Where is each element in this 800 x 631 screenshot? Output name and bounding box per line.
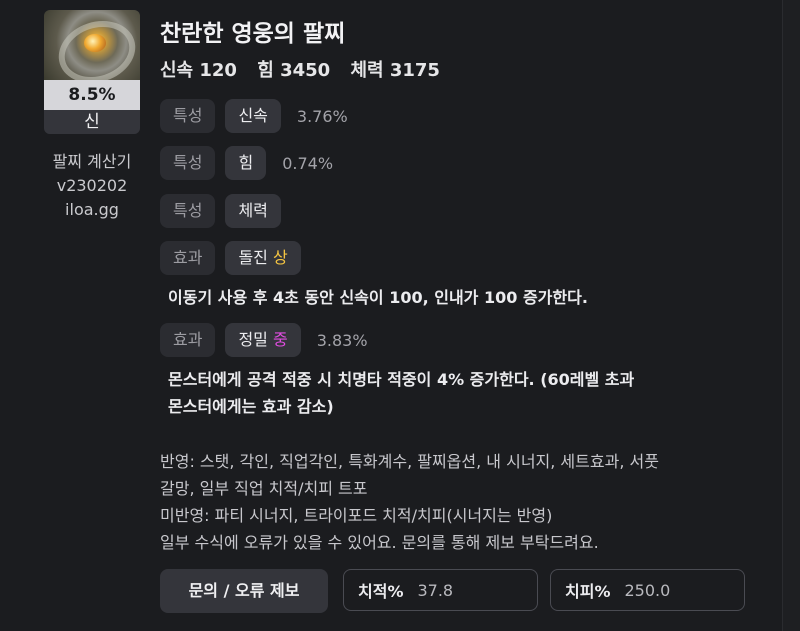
option-level: 중 — [273, 330, 288, 349]
calculation-notes: 반영: 스탯, 각인, 직업각인, 특화계수, 팔찌옵션, 내 시너지, 세트효… — [160, 448, 659, 556]
stat-strength: 힘 3450 — [257, 60, 331, 81]
crit-rate-label: 치적% — [358, 582, 404, 601]
option-category: 효과 — [160, 241, 216, 275]
option-value[interactable]: 정밀 중 — [225, 323, 301, 357]
option-percent: 3.83% — [316, 330, 368, 350]
option-category: 효과 — [160, 323, 216, 357]
item-card: 8.5% 신 — [44, 10, 140, 134]
option-row: 특성 힘 0.74% — [160, 146, 333, 180]
option-level: 상 — [273, 248, 288, 267]
item-percent: 8.5% — [44, 80, 140, 110]
option-category: 특성 — [160, 194, 216, 228]
app-version: v230202 — [56, 176, 128, 195]
option-value-name: 돌진 — [238, 248, 268, 267]
app-name: 팔찌 계산기 — [52, 152, 132, 171]
item-name: 찬란한 영웅의 팔찌 — [160, 21, 346, 47]
crit-damage-field[interactable]: 치피% 250.0 — [550, 569, 745, 611]
item-grade: 신 — [44, 110, 140, 134]
scrollbar-track[interactable] — [782, 0, 800, 631]
note-line: 미반영: 파티 시너지, 트라이포드 치적/치피(시너지는 반영) — [160, 506, 553, 525]
description-line: 몬스터에게는 효과 감소) — [168, 397, 334, 416]
crit-rate-field[interactable]: 치적% 37.8 — [343, 569, 538, 611]
stat-speed: 신속 120 — [160, 60, 237, 81]
option-description: 몬스터에게 공격 적중 시 치명타 적중이 4% 증가한다. (60레벨 초과 … — [168, 366, 634, 420]
option-row: 효과 정밀 중 3.83% — [160, 323, 368, 357]
crit-rate-value[interactable]: 37.8 — [417, 581, 453, 600]
option-category: 특성 — [160, 146, 216, 180]
option-value[interactable]: 신속 — [225, 99, 281, 133]
description-line: 이동기 사용 후 4초 동안 신속이 100, 인내가 100 증가한다. — [168, 288, 588, 307]
option-value[interactable]: 돌진 상 — [225, 241, 301, 275]
item-stats: 신속 120 힘 3450 체력 3175 — [160, 56, 454, 82]
option-value[interactable]: 체력 — [225, 194, 281, 228]
option-row: 특성 신속 3.76% — [160, 99, 348, 133]
option-percent: 3.76% — [296, 106, 348, 126]
option-percent: 0.74% — [282, 153, 334, 173]
option-description: 이동기 사용 후 4초 동안 신속이 100, 인내가 100 증가한다. — [168, 284, 588, 311]
description-line: 몬스터에게 공격 적중 시 치명타 적중이 4% 증가한다. (60레벨 초과 — [168, 370, 635, 389]
option-value[interactable]: 힘 — [225, 146, 267, 180]
crit-damage-value[interactable]: 250.0 — [624, 581, 670, 600]
bracelet-icon — [44, 10, 140, 93]
option-category: 특성 — [160, 99, 216, 133]
note-line: 일부 수식에 오류가 있을 수 있어요. 문의를 통해 제보 부탁드려요. — [160, 533, 599, 552]
option-row: 효과 돌진 상 — [160, 241, 311, 275]
app-info: 팔찌 계산기 v230202 iloa.gg — [30, 150, 154, 222]
crit-damage-label: 치피% — [565, 582, 611, 601]
note-line: 갈망, 일부 직업 치적/치피 트포 — [160, 479, 368, 498]
site-link[interactable]: iloa.gg — [30, 198, 154, 222]
note-line: 반영: 스탯, 각인, 직업각인, 특화계수, 팔찌옵션, 내 시너지, 세트효… — [160, 452, 659, 471]
option-row: 특성 체력 — [160, 194, 291, 228]
report-button[interactable]: 문의 / 오류 제보 — [160, 569, 328, 613]
option-value-name: 정밀 — [238, 330, 268, 349]
stat-vitality: 체력 3175 — [350, 60, 440, 81]
